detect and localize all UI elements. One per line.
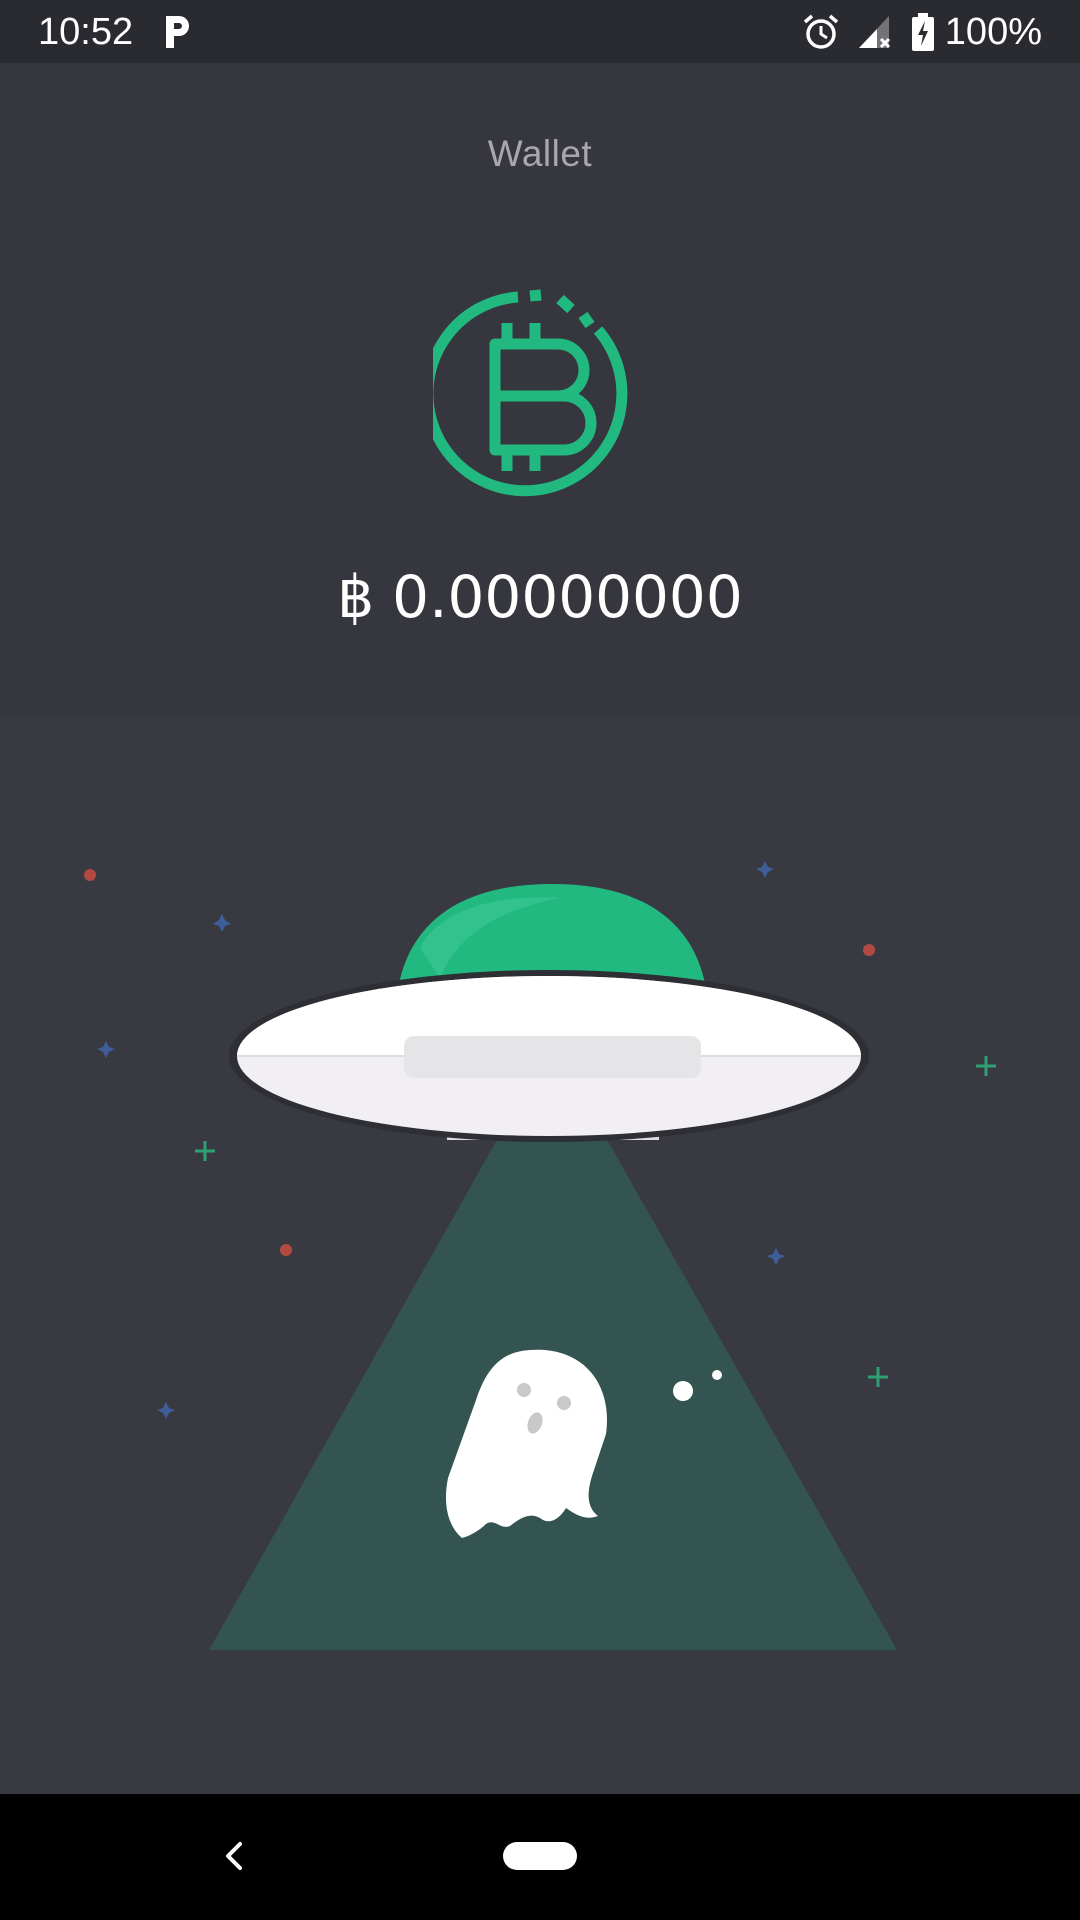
empty-state-illustration	[0, 718, 1080, 1794]
signal-icon	[858, 16, 890, 49]
battery-charging-icon	[911, 13, 934, 51]
ufo-icon	[229, 884, 869, 1142]
system-nav-bar	[0, 1794, 1080, 1920]
balance-amount: 0.00000000	[392, 563, 743, 631]
wallet-header: Wallet ฿ 0.00000000	[0, 63, 1080, 718]
parking-icon	[166, 16, 189, 48]
wallet-screen: 10:52 100% Wallet ฿ 0.00000000	[0, 0, 1080, 1920]
balance-display: ฿ 0.00000000	[0, 563, 1080, 631]
back-icon[interactable]	[210, 1832, 258, 1880]
alarm-icon	[803, 14, 838, 49]
status-icons: 100%	[801, 8, 1042, 56]
status-bar: 10:52 100%	[0, 0, 1080, 63]
battery-percent: 100%	[944, 11, 1042, 53]
balance-currency-symbol: ฿	[337, 563, 375, 631]
bitcoin-icon	[433, 289, 628, 497]
page-title: Wallet	[487, 133, 593, 174]
status-time: 10:52	[38, 11, 134, 53]
home-pill-icon[interactable]	[503, 1842, 577, 1870]
